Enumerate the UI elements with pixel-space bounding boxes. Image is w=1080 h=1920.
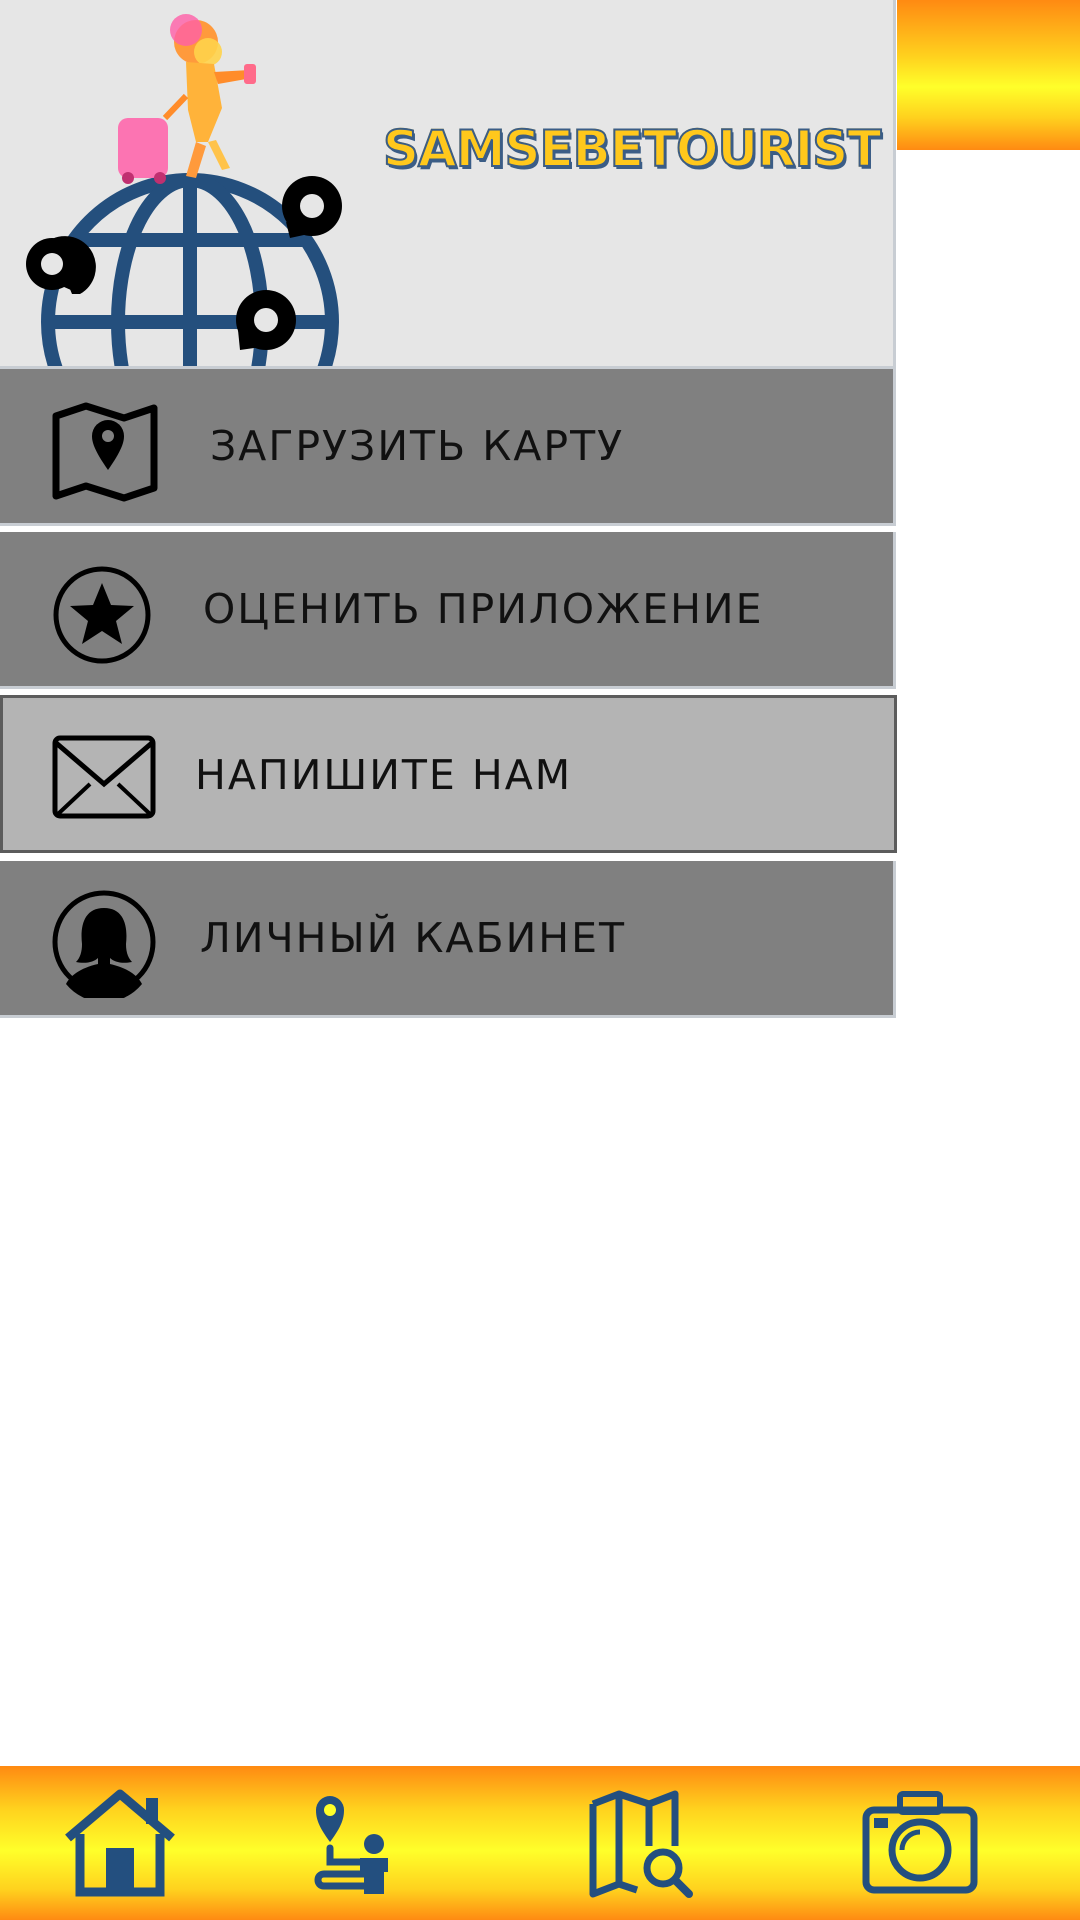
menu-item-label: ЗАГРУЗИТЬ КАРТУ	[210, 422, 625, 470]
menu-item-label: ЛИЧНЫЙ КАБИНЕТ	[200, 914, 627, 962]
menu-item-label: НАПИШИТЕ НАМ	[195, 751, 573, 799]
user-profile-icon	[52, 890, 156, 998]
navigation-drawer: SAMSEBETOURIST ЗАГРУЗИТЬ КАРТУ ОЦЕНИТЬ П…	[0, 0, 897, 1020]
menu-item-write-us[interactable]: НАПИШИТЕ НАМ	[0, 695, 897, 853]
star-icon	[53, 566, 151, 664]
route-pin-person-icon[interactable]	[310, 1786, 430, 1902]
camera-icon[interactable]	[860, 1786, 980, 1902]
globe-traveler-logo-icon	[26, 14, 342, 366]
map-search-icon[interactable]	[585, 1786, 705, 1902]
drawer-header: SAMSEBETOURIST	[0, 0, 896, 369]
envelope-icon	[52, 735, 156, 819]
menu-item-label: ОЦЕНИТЬ ПРИЛОЖЕНИЕ	[203, 585, 764, 633]
bottom-navigation-bar	[0, 1766, 1080, 1920]
home-icon[interactable]	[60, 1786, 180, 1902]
map-pin-icon	[52, 402, 158, 502]
brand-title: SAMSEBETOURIST	[382, 119, 882, 179]
menu-item-rate-app[interactable]: ОЦЕНИТЬ ПРИЛОЖЕНИЕ	[0, 532, 896, 689]
menu-item-personal-account[interactable]: ЛИЧНЫЙ КАБИНЕТ	[0, 861, 896, 1018]
menu-item-load-map[interactable]: ЗАГРУЗИТЬ КАРТУ	[0, 369, 896, 526]
